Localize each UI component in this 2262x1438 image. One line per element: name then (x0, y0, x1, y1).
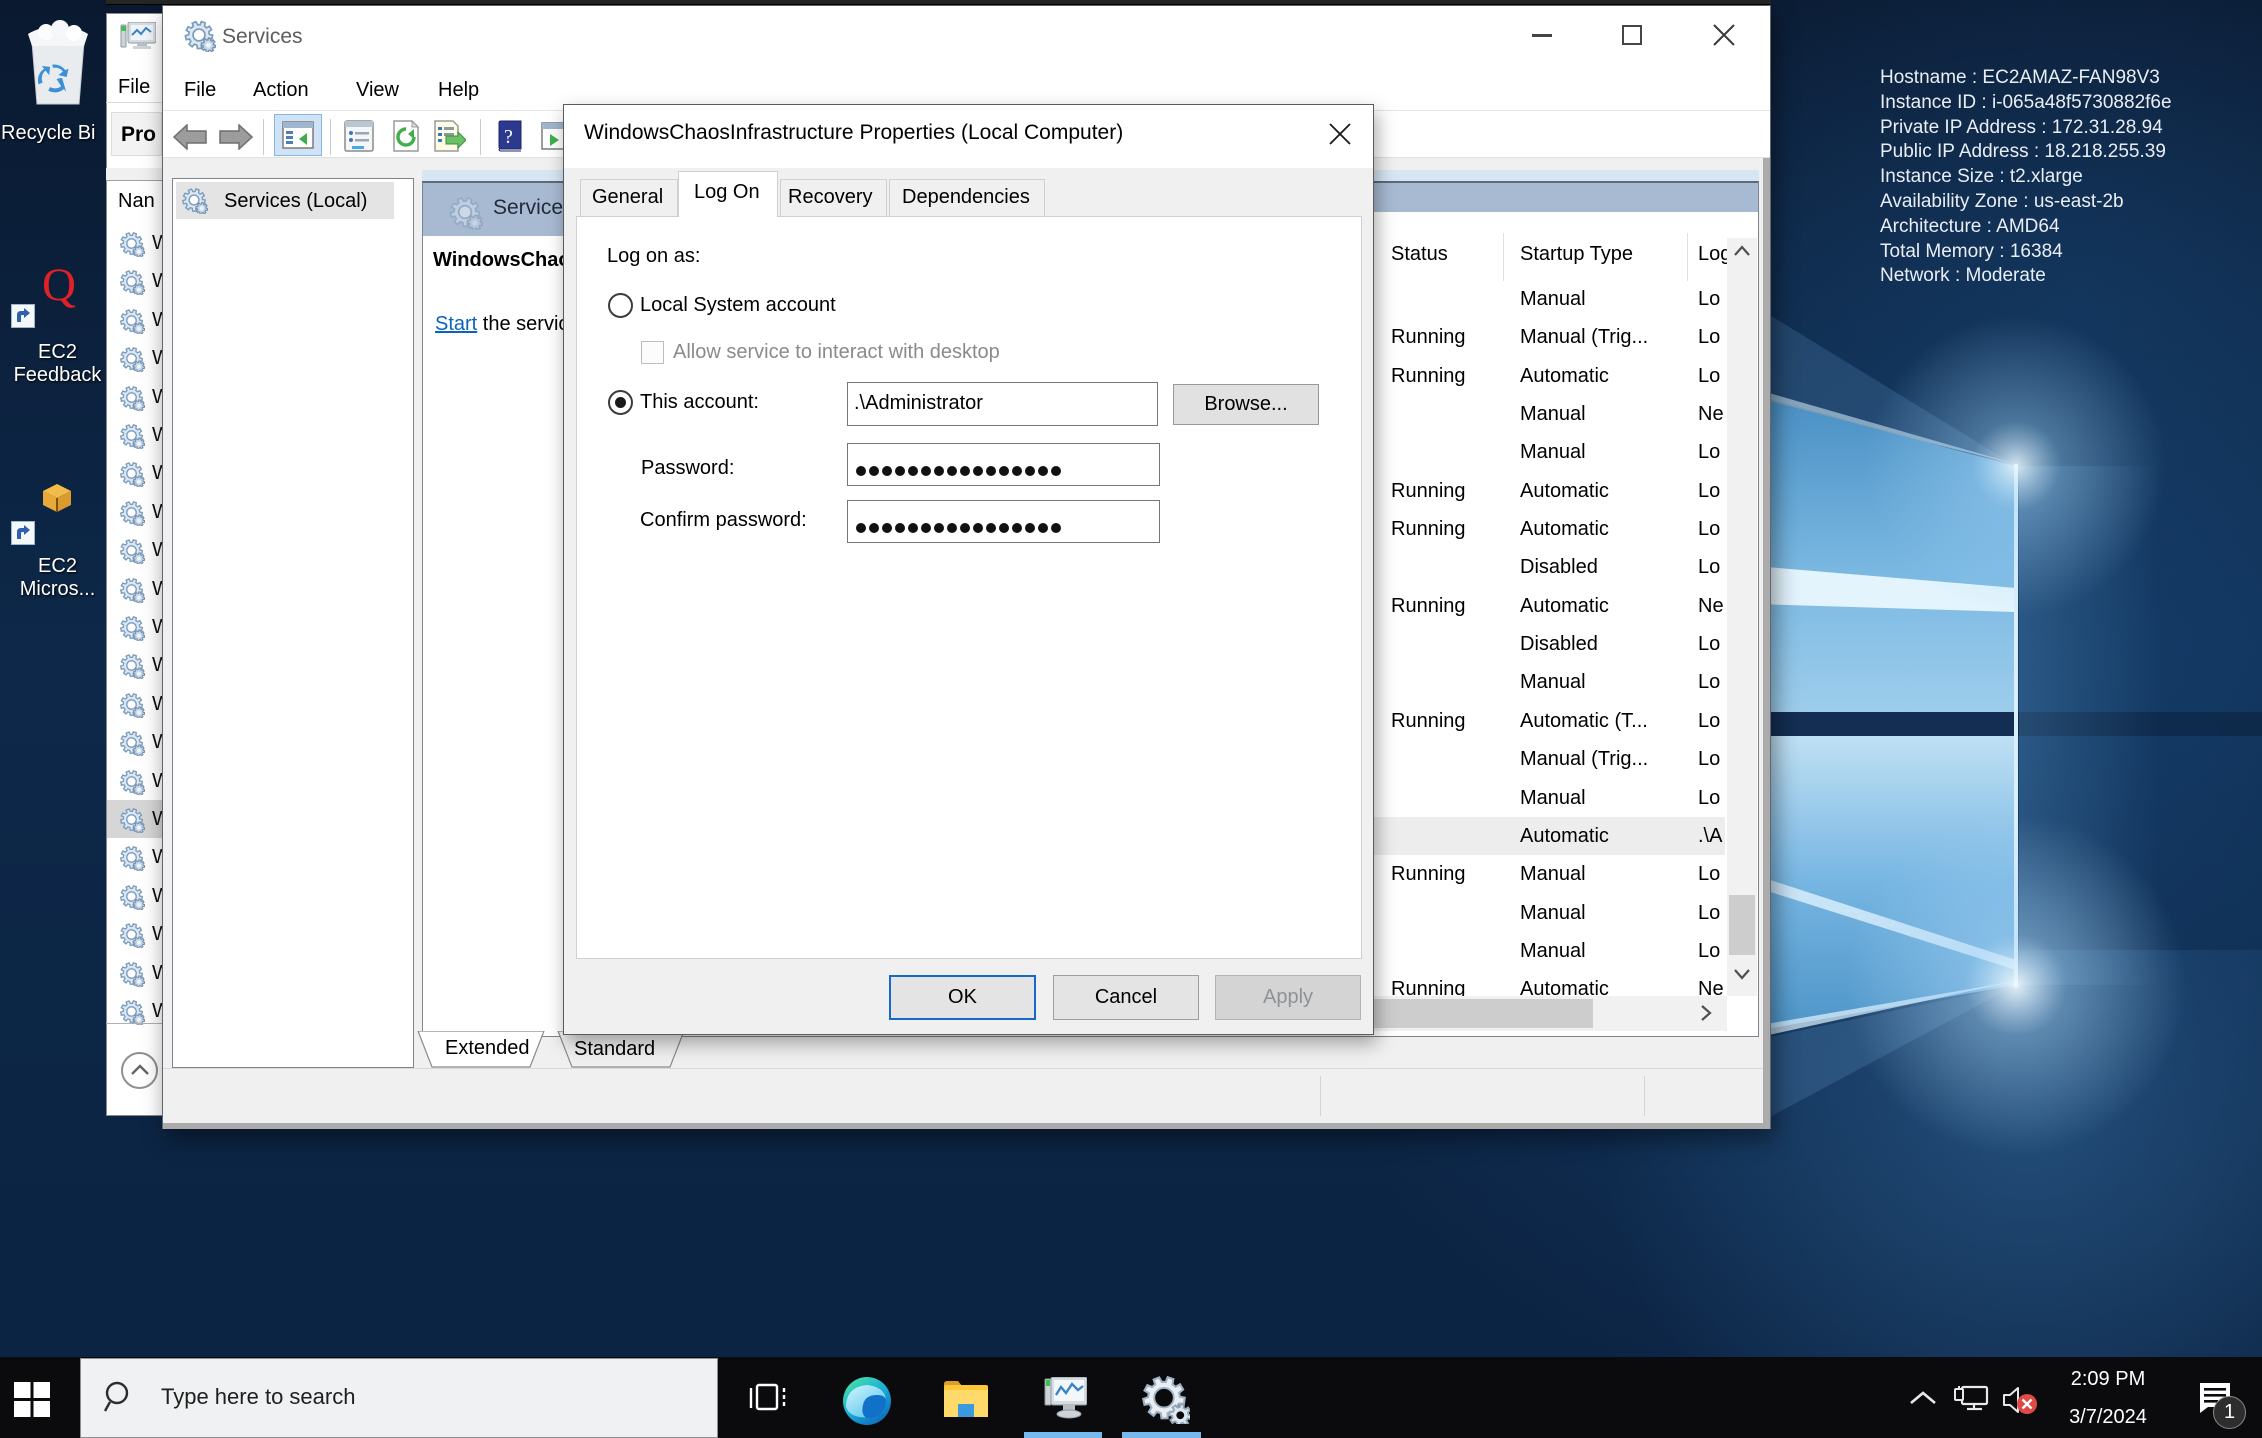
svg-text:?: ? (504, 126, 513, 148)
